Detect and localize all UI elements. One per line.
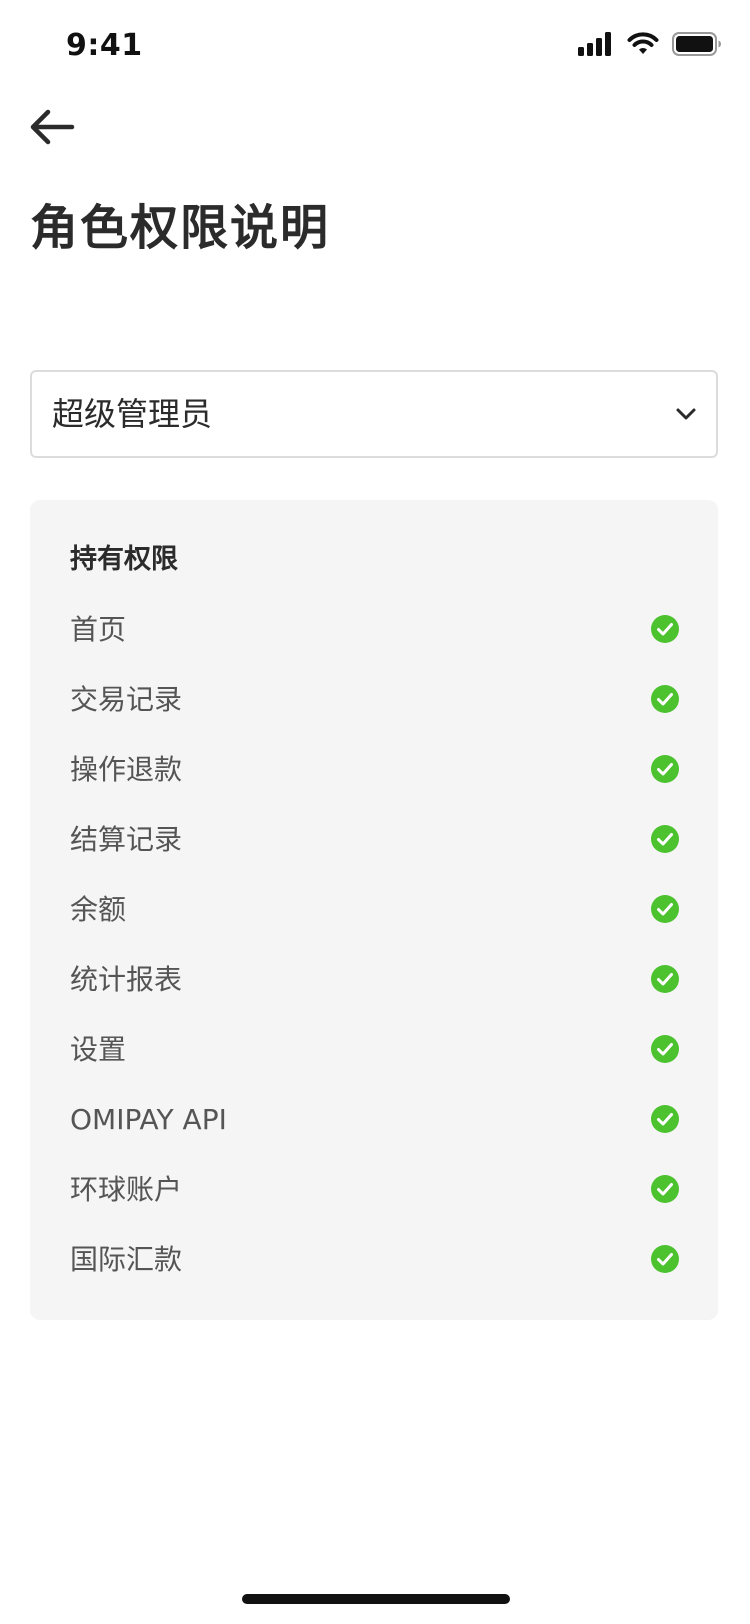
permission-item: 余额 bbox=[70, 888, 680, 958]
permission-label: 统计报表 bbox=[70, 963, 183, 996]
permission-label: 操作退款 bbox=[70, 753, 183, 786]
permissions-card: 持有权限 首页 交易记录 操作退款 结算记录 余额 统计报表 设置 OMIPAY… bbox=[30, 500, 718, 1320]
permission-item: 结算记录 bbox=[70, 818, 680, 888]
check-circle-icon bbox=[651, 615, 679, 643]
check-circle-icon bbox=[651, 1245, 679, 1273]
role-select[interactable]: 超级管理员 bbox=[30, 370, 718, 458]
permission-item: 国际汇款 bbox=[70, 1238, 680, 1308]
permission-item: 操作退款 bbox=[70, 748, 680, 818]
permission-item: 环球账户 bbox=[70, 1168, 680, 1238]
permission-item: 首页 bbox=[70, 608, 680, 678]
permission-label: 环球账户 bbox=[70, 1173, 183, 1206]
permissions-title: 持有权限 bbox=[70, 544, 178, 575]
check-circle-icon bbox=[651, 755, 679, 783]
role-select-value: 超级管理员 bbox=[52, 395, 213, 433]
permission-item: 统计报表 bbox=[70, 958, 680, 1028]
check-circle-icon bbox=[651, 825, 679, 853]
permission-label: 设置 bbox=[70, 1033, 127, 1066]
check-circle-icon bbox=[651, 1175, 679, 1203]
permission-label: OMIPAY API bbox=[70, 1103, 227, 1136]
battery-icon bbox=[672, 32, 721, 56]
home-indicator bbox=[242, 1594, 510, 1604]
wifi-icon bbox=[627, 32, 659, 54]
back-button[interactable] bbox=[28, 108, 76, 156]
permission-list: 首页 交易记录 操作退款 结算记录 余额 统计报表 设置 OMIPAY API bbox=[70, 608, 680, 1308]
permission-label: 结算记录 bbox=[70, 823, 183, 856]
cellular-signal-icon bbox=[578, 32, 611, 56]
permission-item: OMIPAY API bbox=[70, 1098, 680, 1168]
check-circle-icon bbox=[651, 1105, 679, 1133]
check-circle-icon bbox=[651, 685, 679, 713]
status-bar: 9:41 bbox=[0, 0, 750, 88]
chevron-down-icon bbox=[676, 408, 696, 420]
check-circle-icon bbox=[651, 895, 679, 923]
permission-label: 交易记录 bbox=[70, 683, 183, 716]
permission-label: 余额 bbox=[70, 893, 127, 926]
check-circle-icon bbox=[651, 1035, 679, 1063]
permission-label: 首页 bbox=[70, 613, 127, 646]
permission-label: 国际汇款 bbox=[70, 1243, 183, 1276]
page-title: 角色权限说明 bbox=[30, 200, 331, 256]
status-time: 9:41 bbox=[66, 28, 143, 63]
permission-item: 设置 bbox=[70, 1028, 680, 1098]
check-circle-icon bbox=[651, 965, 679, 993]
permission-item: 交易记录 bbox=[70, 678, 680, 748]
arrow-left-icon bbox=[30, 109, 75, 145]
